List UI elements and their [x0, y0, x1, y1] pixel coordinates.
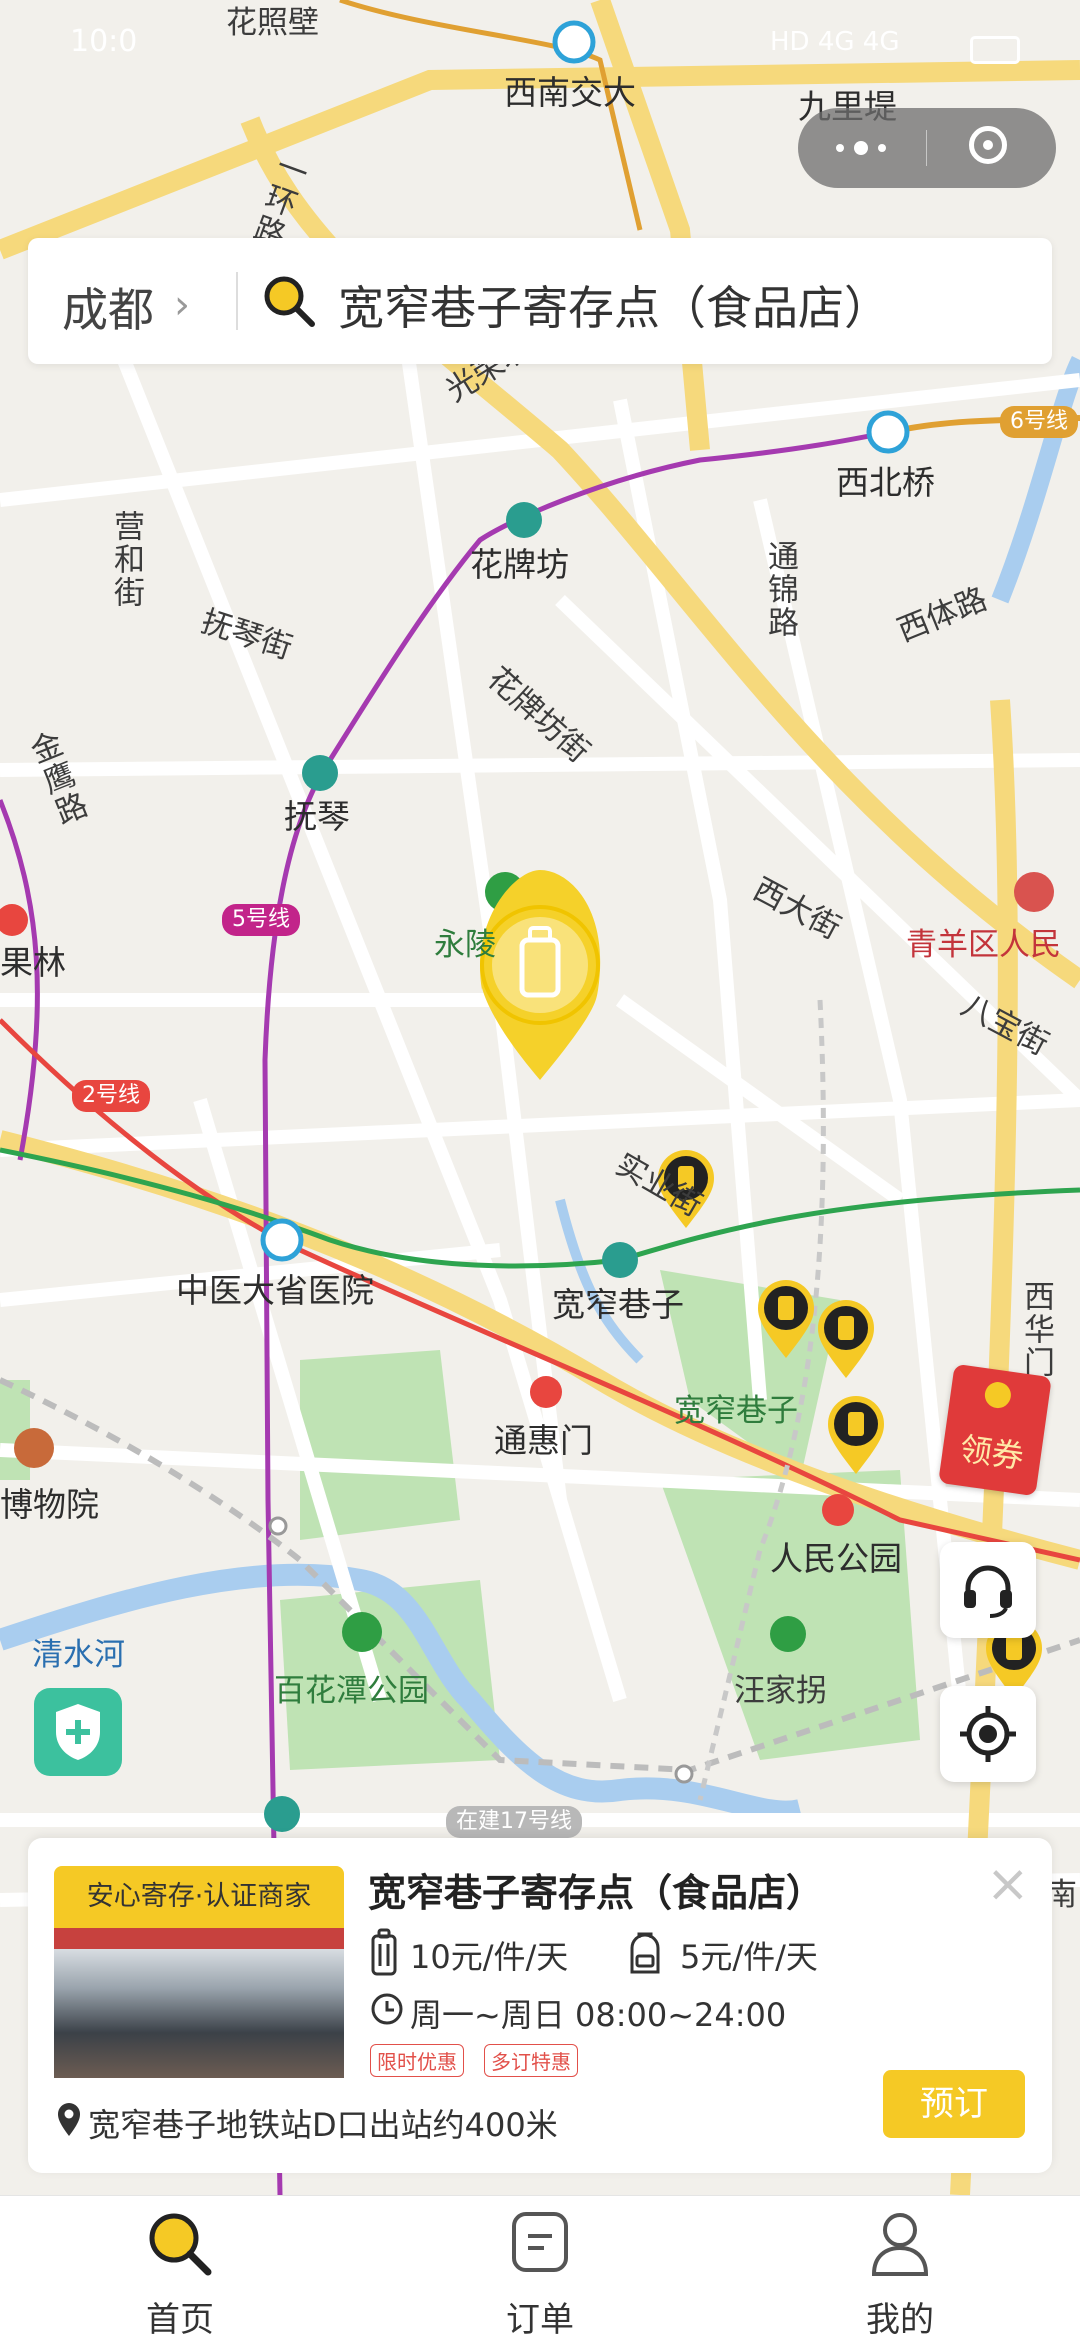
store-title: 宽窄巷子寄存点（食品店） — [368, 1871, 825, 1915]
location-pin-icon — [58, 2103, 80, 2136]
map-label: 抚琴 — [284, 797, 350, 836]
coupon-button[interactable]: 领券 — [938, 1363, 1052, 1497]
map-label: 清水河 — [32, 1637, 125, 1673]
line-badge: 6号线 — [1000, 406, 1078, 439]
more-dots-icon — [878, 144, 886, 152]
map-label: 宽窄巷子 — [552, 1285, 684, 1324]
map-label: 汪家拐 — [734, 1673, 827, 1709]
map-label: 百花潭公园 — [274, 1673, 429, 1709]
map-label: 果林 — [0, 943, 66, 982]
map-label: 营和街 — [108, 510, 144, 609]
divider — [236, 272, 238, 330]
tab-label: 订单 — [506, 2300, 574, 2340]
clock-icon — [371, 1993, 403, 2025]
map-label: 宽窄巷子 — [674, 1393, 798, 1429]
store-card[interactable]: 安心寄存·认证商家 宽窄巷子寄存点（食品店） × 10元/件/天 5元/件/天 … — [28, 1838, 1052, 2173]
search-icon — [149, 2213, 212, 2276]
tab-orders[interactable]: 订单 — [440, 2196, 640, 2341]
coin-icon — [983, 1380, 1013, 1410]
tab-label: 首页 — [146, 2300, 214, 2340]
city-selector[interactable]: 成都 — [62, 274, 154, 340]
map-label: 花牌坊 — [470, 545, 569, 584]
status-indicators: HD 4G 4G — [770, 27, 900, 57]
search-bar: 成都 › 宽窄巷子寄存点（食品店） — [28, 238, 1052, 364]
promo-badge: 多订特惠 — [484, 2044, 578, 2077]
search-input[interactable]: 宽窄巷子寄存点（食品店） — [338, 272, 890, 338]
close-icon[interactable]: × — [986, 1858, 1030, 1910]
safety-button[interactable] — [34, 1688, 122, 1776]
headset-icon — [964, 1565, 1012, 1618]
target-icon — [969, 126, 1007, 164]
close-miniprogram-button[interactable] — [927, 108, 1056, 188]
map-label: 西南交大 — [504, 73, 636, 112]
store-photo — [54, 1928, 344, 2078]
locate-button[interactable] — [940, 1686, 1036, 1782]
map-label: 西华门 — [1018, 1280, 1054, 1379]
locate-icon — [960, 1706, 1016, 1762]
user-icon — [871, 2213, 929, 2276]
map-label: 通锦路 — [762, 540, 798, 639]
chevron-right-icon: › — [174, 282, 190, 328]
battery-icon — [970, 36, 1020, 64]
map-label: 中医大省医院 — [176, 1271, 374, 1310]
line-badge: 5号线 — [222, 904, 300, 937]
more-button[interactable] — [798, 108, 926, 188]
backpack-icon — [630, 1932, 660, 1974]
opening-hours: 周一~周日 08:00~24:00 — [410, 1996, 787, 2034]
backpack-price: 5元/件/天 — [680, 1938, 818, 1976]
line-badge: 在建17号线 — [446, 1806, 582, 1839]
order-list-icon — [512, 2212, 568, 2272]
coupon-label: 领券 — [957, 1429, 1027, 1477]
book-button[interactable]: 预订 — [883, 2070, 1025, 2138]
map-label: 博物院 — [0, 1485, 99, 1524]
more-dots-icon — [836, 144, 844, 152]
suitcase-icon — [371, 1928, 397, 1976]
tab-mine[interactable]: 我的 — [800, 2196, 1000, 2341]
line-badge: 2号线 — [72, 1080, 150, 1113]
map-label: 西北桥 — [836, 463, 935, 502]
search-icon — [264, 276, 315, 327]
customer-service-button[interactable] — [940, 1542, 1036, 1638]
status-time: 10:0 — [70, 24, 138, 59]
map-label: 通惠门 — [494, 1421, 593, 1460]
miniprogram-capsule — [798, 108, 1056, 188]
map-label: 花照壁 — [226, 5, 319, 41]
bottom-tab-bar: 首页 订单 我的 — [0, 2195, 1080, 2341]
more-dots-icon — [854, 141, 868, 155]
promo-badge: 限时优惠 — [370, 2044, 464, 2077]
store-address: 宽窄巷子地铁站D口出站约400米 — [88, 2106, 558, 2144]
tab-home[interactable]: 首页 — [80, 2196, 280, 2341]
map-label: 永陵 — [434, 927, 496, 963]
verified-tag: 安心寄存·认证商家 — [54, 1866, 344, 1928]
map-label: 青羊区人民 — [906, 927, 1061, 963]
suitcase-price: 10元/件/天 — [410, 1938, 569, 1976]
tab-label: 我的 — [866, 2300, 934, 2340]
shield-icon — [56, 1704, 100, 1760]
map-label: 人民公园 — [770, 1539, 902, 1578]
